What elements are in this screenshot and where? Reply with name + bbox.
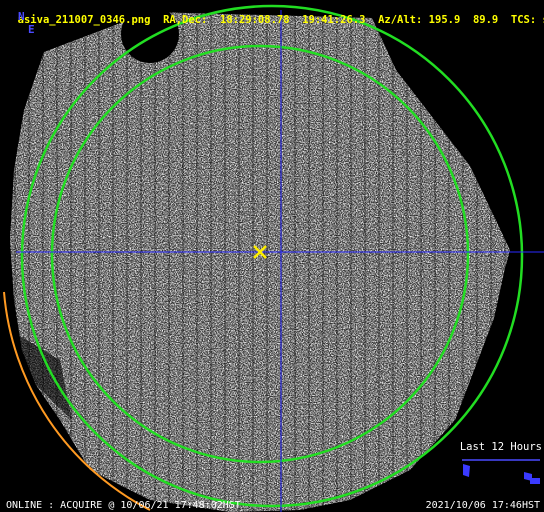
ra-value: 18:29:08.78 [220, 14, 290, 26]
timestamp: 2021/10/06 17:46HST [425, 500, 540, 511]
status-line: ONLINE : ACQUIRE @ 10/06/21 17:48:02HST [6, 500, 241, 511]
alt-value: 89.9 [472, 14, 499, 26]
radec-label: RA,Dec: [163, 14, 208, 26]
allsky-viewport [3, 4, 544, 512]
compass-north: N [18, 10, 25, 23]
az-value: 195.9 [428, 14, 461, 26]
telescope-icon [462, 459, 540, 484]
sky-image [10, 12, 510, 512]
dec-value: 19:41:26.3 [302, 14, 366, 26]
tcs-label: TCS: [510, 14, 537, 26]
azalt-label: Az/Alt: [378, 14, 423, 26]
header-bar: asiva_211007_0346.png RA,Dec: 18:29:08.7… [5, 2, 544, 26]
image-filename: asiva_211007_0346.png [17, 14, 151, 26]
compass-east: E [28, 23, 35, 36]
trail-legend: Last 12 Hours [459, 441, 542, 453]
